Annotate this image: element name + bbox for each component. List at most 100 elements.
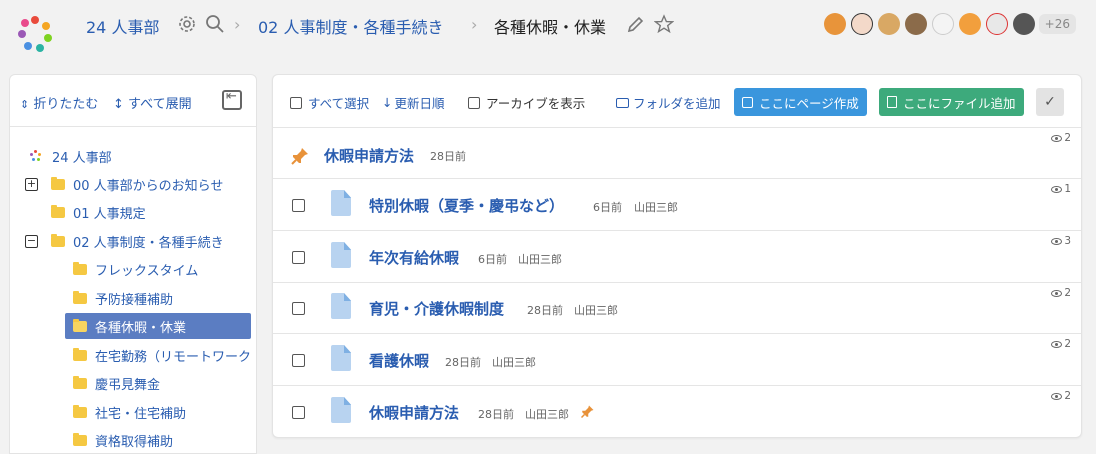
breadcrumb-root[interactable]: 24 人事部 bbox=[86, 14, 159, 38]
page-author[interactable]: 山田三郎 bbox=[518, 251, 562, 267]
avatar[interactable] bbox=[1012, 13, 1035, 35]
tree-item-housing[interactable]: 社宅・住宅補助 bbox=[73, 399, 186, 425]
star-icon[interactable] bbox=[654, 14, 674, 34]
eye-icon bbox=[1051, 340, 1063, 348]
page-author[interactable]: 山田三郎 bbox=[492, 354, 536, 370]
more-members-count[interactable]: +26 bbox=[1038, 14, 1076, 34]
folder-icon bbox=[73, 375, 87, 389]
row-checkbox[interactable] bbox=[292, 251, 305, 264]
page-author[interactable]: 山田三郎 bbox=[634, 199, 678, 215]
expand-all-button[interactable]: ↕ すべて展開 bbox=[113, 93, 192, 112]
tree-item-regulations[interactable]: 01 人事規定 bbox=[51, 199, 146, 225]
collapse-sidebar-icon[interactable]: ⇤ bbox=[222, 89, 242, 110]
select-all-button[interactable]: すべて選択 bbox=[290, 93, 369, 112]
page-author[interactable]: 山田三郎 bbox=[525, 406, 569, 422]
tree-item-vaccination[interactable]: 予防接種補助 bbox=[73, 285, 173, 311]
row-checkbox[interactable] bbox=[292, 302, 305, 315]
avatar[interactable] bbox=[958, 13, 981, 35]
page-title-link[interactable]: 休暇申請方法 bbox=[369, 402, 459, 423]
view-count: 2 bbox=[1051, 338, 1071, 350]
eye-icon bbox=[1051, 289, 1063, 297]
chevron-right-icon: › bbox=[471, 15, 478, 34]
fold-arrows-icon: ⇕ bbox=[20, 98, 30, 111]
avatar[interactable] bbox=[823, 13, 846, 35]
tree-item-flextime[interactable]: フレックスタイム bbox=[73, 256, 198, 282]
page-title-link[interactable]: 育児・介護休暇制度 bbox=[369, 298, 504, 319]
sort-button[interactable]: ↓ 更新日順 bbox=[382, 93, 445, 112]
archive-checkbox[interactable] bbox=[468, 96, 480, 109]
document-icon bbox=[331, 242, 351, 268]
bulk-action-check-button[interactable]: ✓ bbox=[1036, 88, 1064, 116]
page-date: 6日前 bbox=[593, 201, 622, 214]
document-icon bbox=[331, 397, 351, 423]
add-folder-button[interactable]: フォルダを追加 bbox=[616, 93, 721, 112]
avatar[interactable] bbox=[904, 13, 927, 35]
top-header: 24 人事部 › 02 人事制度・各種手続き › 各種休暇・休業 +26 bbox=[0, 0, 1096, 64]
view-count: 1 bbox=[1051, 183, 1071, 195]
app-logo[interactable] bbox=[16, 14, 56, 54]
folder-icon bbox=[73, 404, 87, 418]
tree-item-notices[interactable]: 00 人事部からのお知らせ bbox=[51, 171, 223, 197]
eye-icon bbox=[1051, 237, 1063, 245]
tree-item-leave-active[interactable]: 各種休暇・休業 bbox=[65, 313, 251, 339]
settings-gear-icon[interactable] bbox=[177, 14, 197, 34]
eye-icon bbox=[1051, 134, 1063, 142]
fold-button[interactable]: ⇕ 折りたたむ bbox=[20, 93, 98, 112]
row-checkbox[interactable] bbox=[292, 354, 305, 367]
app-logo-small-icon bbox=[30, 150, 42, 162]
edit-pencil-icon[interactable] bbox=[626, 14, 646, 34]
page-row[interactable]: 年次有給休暇 6日前 山田三郎 3 bbox=[273, 231, 1081, 283]
folder-icon bbox=[51, 233, 65, 247]
view-count: 2 bbox=[1051, 390, 1071, 402]
page-date: 28日前 bbox=[430, 150, 466, 163]
row-checkbox[interactable] bbox=[292, 199, 305, 212]
breadcrumb-parent[interactable]: 02 人事制度・各種手続き bbox=[258, 14, 443, 38]
page-date: 6日前 bbox=[478, 253, 507, 266]
pin-icon[interactable] bbox=[580, 404, 595, 419]
row-checkbox[interactable] bbox=[292, 406, 305, 419]
page-title-link[interactable]: 休暇申請方法 bbox=[324, 145, 414, 166]
view-count: 2 bbox=[1051, 132, 1071, 144]
pinned-row[interactable]: 休暇申請方法 28日前 2 bbox=[273, 128, 1081, 179]
add-file-button[interactable]: ここにファイル追加 bbox=[879, 88, 1024, 116]
pin-icon bbox=[291, 148, 308, 165]
expand-arrows-icon: ↕ bbox=[113, 97, 124, 112]
page-title-link[interactable]: 年次有給休暇 bbox=[369, 247, 459, 268]
tree-item-qualification[interactable]: 資格取得補助 bbox=[73, 427, 173, 453]
page-author[interactable]: 山田三郎 bbox=[574, 302, 618, 318]
avatar[interactable] bbox=[985, 13, 1008, 35]
folder-outline-icon bbox=[616, 97, 629, 108]
breadcrumb-current: 各種休暇・休業 bbox=[494, 18, 607, 37]
view-count: 3 bbox=[1051, 235, 1071, 247]
search-icon[interactable] bbox=[205, 14, 225, 34]
page-row[interactable]: 育児・介護休暇制度 28日前 山田三郎 2 bbox=[273, 283, 1081, 334]
avatar[interactable] bbox=[877, 13, 900, 35]
edit-square-icon bbox=[742, 96, 753, 108]
page-date: 28日前 bbox=[445, 356, 481, 369]
avatar[interactable] bbox=[931, 13, 954, 35]
view-count: 2 bbox=[1051, 287, 1071, 299]
show-archive-toggle[interactable]: アーカイブを表示 bbox=[468, 93, 585, 112]
create-page-button[interactable]: ここにページ作成 bbox=[734, 88, 867, 116]
document-icon bbox=[331, 190, 351, 216]
page-row[interactable]: 看護休暇 28日前 山田三郎 2 bbox=[273, 334, 1081, 386]
arrow-down-icon: ↓ bbox=[382, 95, 393, 110]
folder-icon bbox=[73, 318, 87, 332]
page-title-link[interactable]: 特別休暇（夏季・慶弔など） bbox=[369, 195, 564, 216]
chevron-right-icon: › bbox=[234, 15, 241, 34]
page-title-link[interactable]: 看護休暇 bbox=[369, 350, 429, 371]
document-icon bbox=[331, 293, 351, 319]
collapse-toggle-icon[interactable]: − bbox=[25, 235, 38, 248]
tree-item-remote-work[interactable]: 在宅勤務（リモートワーク bbox=[73, 342, 251, 368]
page-date: 28日前 bbox=[478, 408, 514, 421]
page-list-panel: すべて選択 ↓ 更新日順 アーカイブを表示 フォルダを追加 ここにページ作成 こ… bbox=[272, 74, 1082, 438]
tree-item-condolence[interactable]: 慶弔見舞金 bbox=[73, 370, 160, 396]
page-row[interactable]: 特別休暇（夏季・慶弔など） 6日前 山田三郎 1 bbox=[273, 179, 1081, 231]
tree-item-procedures[interactable]: 02 人事制度・各種手続き bbox=[51, 228, 224, 254]
expand-toggle-icon[interactable]: + bbox=[25, 178, 38, 191]
tree-item-root[interactable]: 24 人事部 bbox=[30, 143, 112, 169]
select-all-checkbox[interactable] bbox=[290, 96, 302, 109]
eye-icon bbox=[1051, 392, 1063, 400]
page-row[interactable]: 休暇申請方法 28日前 山田三郎 2 bbox=[273, 386, 1081, 438]
avatar[interactable] bbox=[850, 13, 873, 35]
